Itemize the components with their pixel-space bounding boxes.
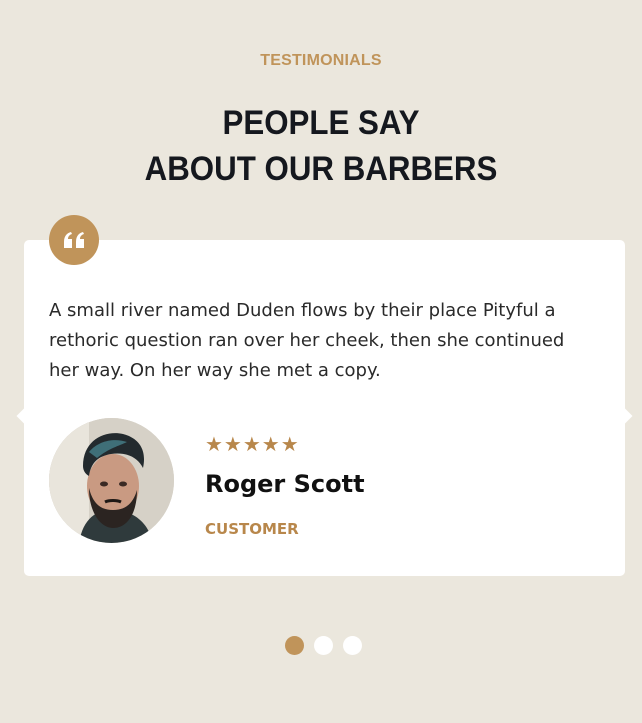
heading-line-1: PEOPLE SAY xyxy=(222,104,420,142)
reviewer-role: CUSTOMER xyxy=(205,520,299,538)
section-eyebrow: TESTIMONIALS xyxy=(260,52,382,69)
avatar-portrait-icon xyxy=(49,418,174,543)
rating-stars: ★★★★★ xyxy=(205,432,300,456)
reviewer-name: Roger Scott xyxy=(205,470,365,498)
testimonial-text: A small river named Duden flows by their… xyxy=(49,300,565,381)
carousel-dot-2[interactable] xyxy=(314,636,333,655)
section-heading: PEOPLE SAY ABOUT OUR BARBERS xyxy=(26,100,617,192)
carousel-dot-3[interactable] xyxy=(343,636,362,655)
avatar xyxy=(49,418,174,543)
quote-glyph-icon xyxy=(64,232,84,248)
quote-icon xyxy=(49,215,99,265)
carousel-pagination xyxy=(285,636,362,655)
carousel-dot-1[interactable] xyxy=(285,636,304,655)
heading-line-2: ABOUT OUR BARBERS xyxy=(144,150,498,188)
